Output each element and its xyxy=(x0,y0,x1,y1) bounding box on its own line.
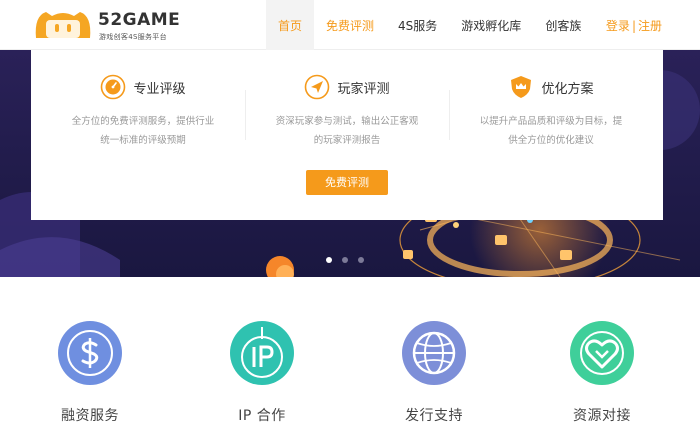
feature-professional-rating: 专业评级 全方位的免费评测服务，提供行业统一标准的评级预期 xyxy=(43,72,243,150)
main-nav: 首页 免费评测 4S服务 游戏孵化库 创客族 xyxy=(266,0,593,50)
feature-desc: 资深玩家参与测试，输出公正客观的玩家评测报告 xyxy=(275,116,419,146)
ip-icon xyxy=(241,327,283,378)
heart-link-icon xyxy=(580,331,624,375)
service-circle xyxy=(570,321,634,385)
divider xyxy=(245,90,246,140)
nav-free-evaluation[interactable]: 免费评测 xyxy=(314,0,386,50)
service-financing[interactable]: 融资服务 xyxy=(40,321,140,425)
service-circle xyxy=(402,321,466,385)
feature-player-review: 玩家评测 资深玩家参与测试，输出公正客观的玩家评测报告 xyxy=(247,72,447,150)
feature-optimization-plan: 优化方案 以提升产品品质和评级为目标，提供全方位的优化建议 xyxy=(451,72,651,150)
nav-incubator[interactable]: 游戏孵化库 xyxy=(449,0,533,50)
nav-4s-service[interactable]: 4S服务 xyxy=(386,0,449,50)
carousel-dots xyxy=(326,257,364,263)
service-label: IP 合作 xyxy=(238,408,286,424)
feature-desc: 以提升产品品质和评级为目标，提供全方位的优化建议 xyxy=(479,116,623,146)
logo-mark-icon xyxy=(35,12,91,38)
crown-shield-icon xyxy=(511,76,532,98)
gauge-icon xyxy=(101,74,126,100)
service-label: 融资服务 xyxy=(61,408,119,424)
feature-title: 专业评级 xyxy=(133,81,186,97)
feature-title: 优化方案 xyxy=(541,81,594,97)
dollar-icon xyxy=(67,330,113,376)
service-circle xyxy=(58,321,122,385)
service-circle xyxy=(230,321,294,385)
service-publishing-support[interactable]: 发行支持 xyxy=(384,321,484,425)
services-section: 融资服务 IP 合作 发行支持 资源对接 xyxy=(0,277,700,440)
register-link[interactable]: 注册 xyxy=(638,19,662,33)
service-label: 资源对接 xyxy=(573,408,631,424)
feature-card: 专业评级 全方位的免费评测服务，提供行业统一标准的评级预期 玩家评测 资深玩家参… xyxy=(31,50,663,220)
carousel-dot-3[interactable] xyxy=(358,257,364,263)
logo-text: 52GAME xyxy=(98,10,181,30)
service-ip-cooperation[interactable]: IP 合作 xyxy=(212,321,312,425)
nav-makers[interactable]: 创客族 xyxy=(533,0,593,50)
service-resource-matching[interactable]: 资源对接 xyxy=(552,321,652,425)
logo[interactable]: 52GAME 游戏创客4S服务平台 xyxy=(32,8,180,44)
login-link[interactable]: 登录 xyxy=(606,19,630,33)
divider xyxy=(449,90,450,140)
auth-links: 登录 | 注册 xyxy=(606,0,662,52)
carousel-dot-2[interactable] xyxy=(342,257,348,263)
paper-plane-icon xyxy=(305,74,330,100)
auth-separator: | xyxy=(631,19,636,33)
carousel-dot-1[interactable] xyxy=(326,257,332,263)
header: 52GAME 游戏创客4S服务平台 首页 免费评测 4S服务 游戏孵化库 创客族… xyxy=(0,0,700,50)
feature-title: 玩家评测 xyxy=(337,81,390,97)
service-label: 发行支持 xyxy=(405,408,463,424)
logo-subtitle: 游戏创客4S服务平台 xyxy=(99,33,167,41)
feature-desc: 全方位的免费评测服务，提供行业统一标准的评级预期 xyxy=(71,116,215,146)
nav-home[interactable]: 首页 xyxy=(266,0,315,50)
globe-icon xyxy=(412,331,456,375)
free-evaluation-button[interactable]: 免费评测 xyxy=(306,170,388,195)
